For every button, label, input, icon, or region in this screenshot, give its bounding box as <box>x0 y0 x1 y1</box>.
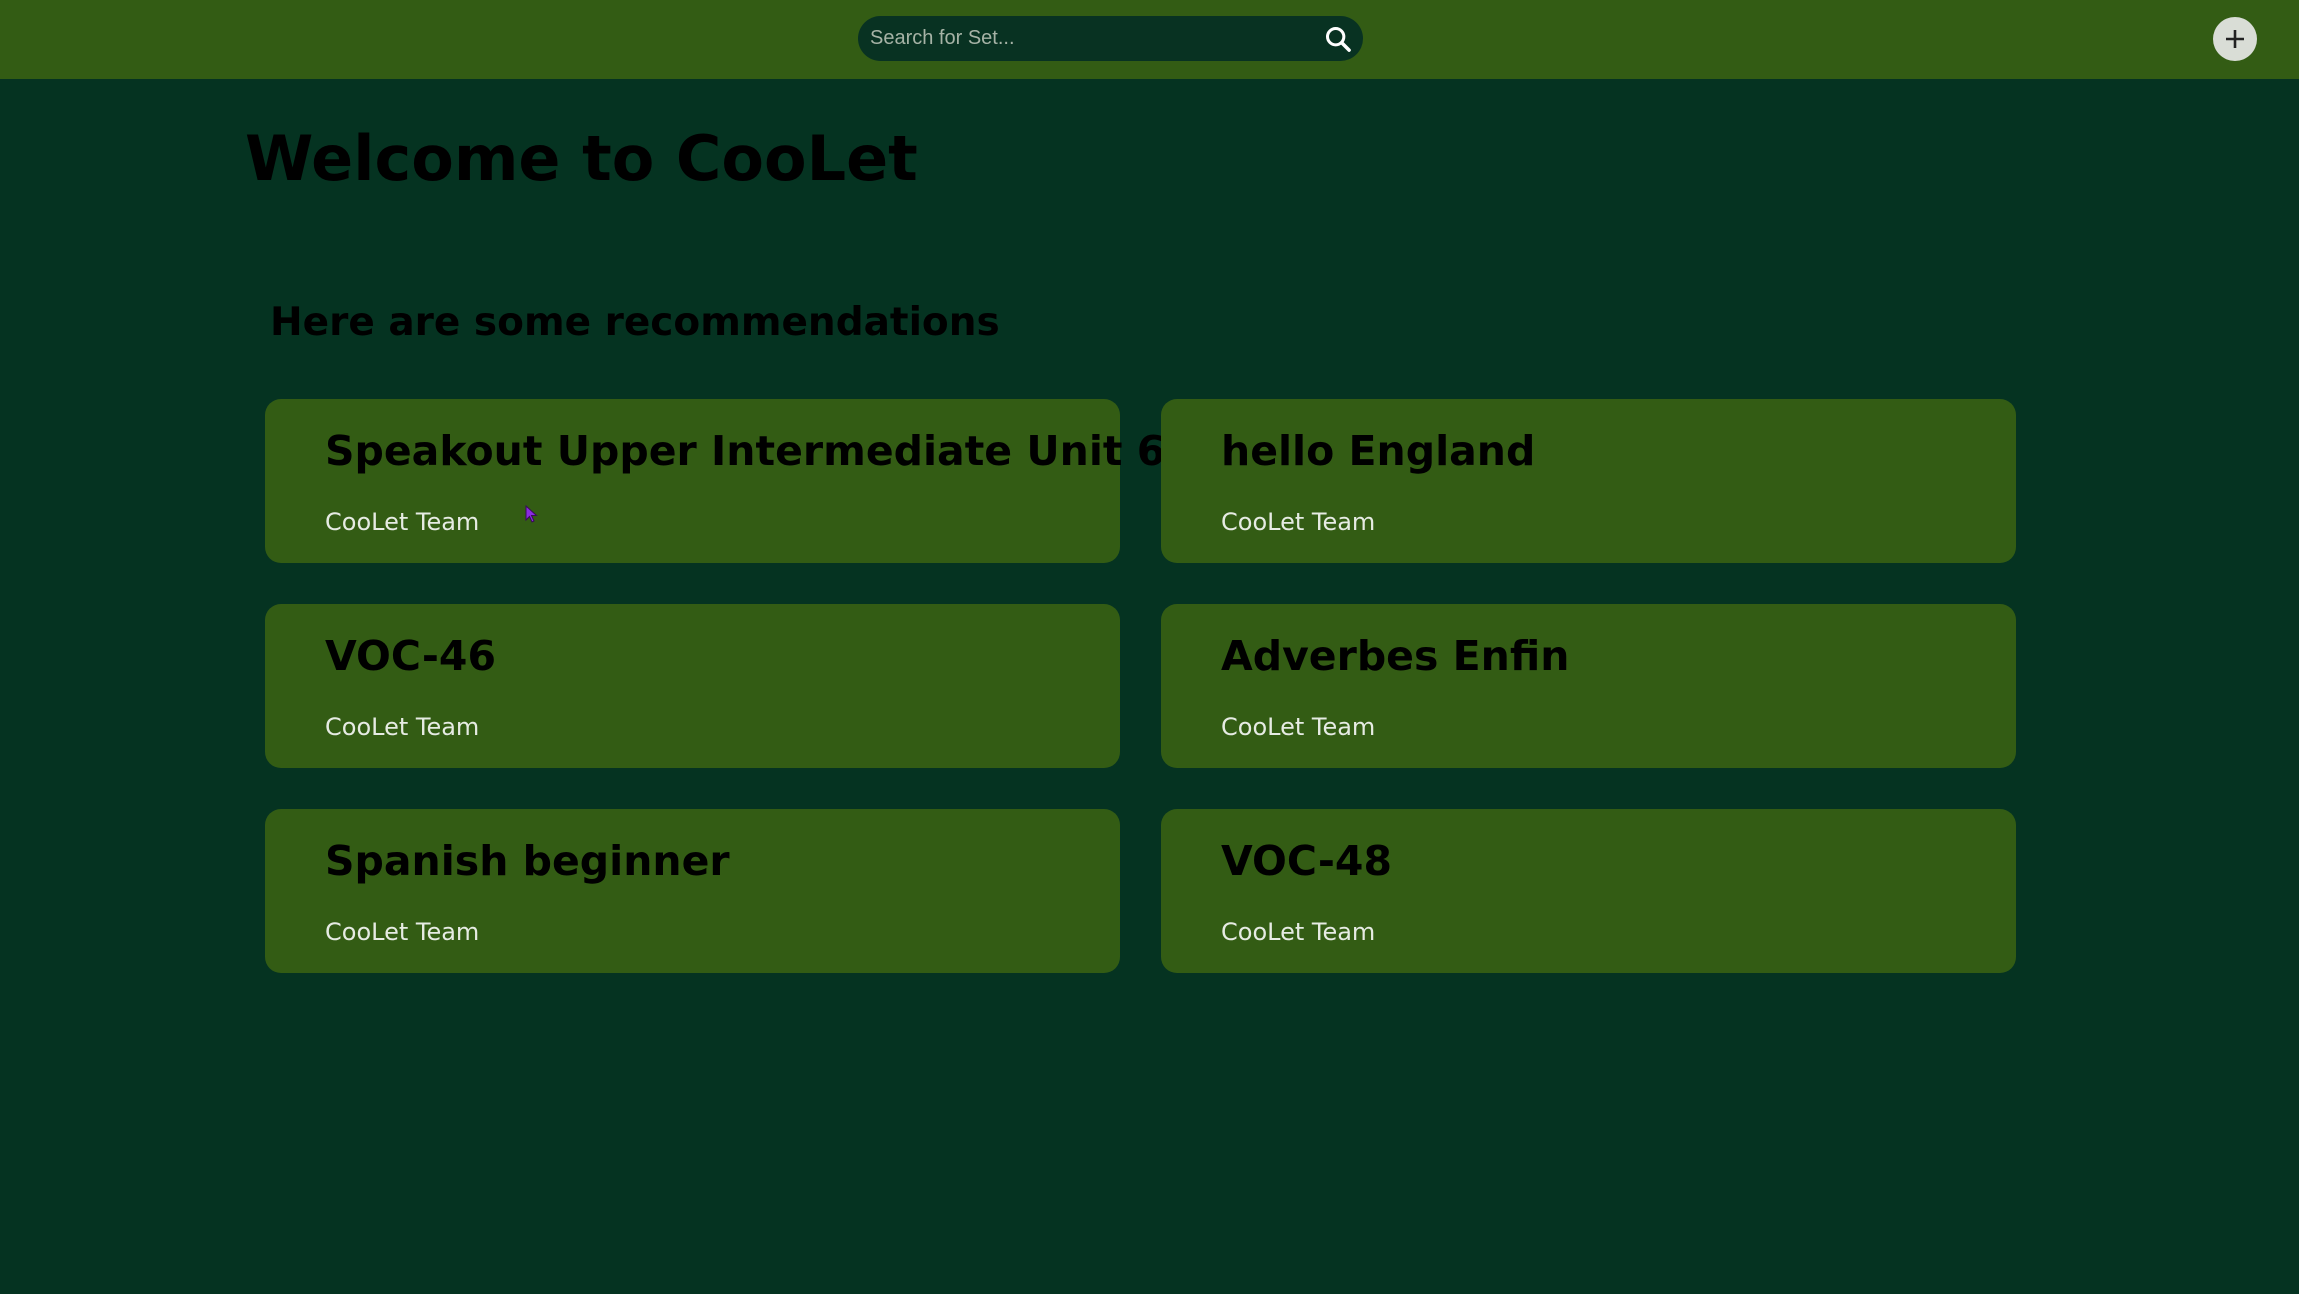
set-card-author: CooLet Team <box>1221 508 1376 536</box>
set-card-title: VOC-46 <box>325 632 496 680</box>
set-card[interactable]: VOC-46 CooLet Team <box>265 604 1120 768</box>
set-card-title: Spanish beginner <box>325 837 730 885</box>
mouse-cursor-icon <box>525 505 538 523</box>
search-input[interactable] <box>870 16 1310 61</box>
page-title: Welcome to CooLet <box>245 122 918 195</box>
set-card-title: hello England <box>1221 427 1536 475</box>
set-card-title: Adverbes Enfin <box>1221 632 1570 680</box>
set-card[interactable]: hello England CooLet Team <box>1161 399 2016 563</box>
set-card[interactable]: VOC-48 CooLet Team <box>1161 809 2016 973</box>
set-card[interactable]: Spanish beginner CooLet Team <box>265 809 1120 973</box>
set-card[interactable]: Adverbes Enfin CooLet Team <box>1161 604 2016 768</box>
set-card-title: Speakout Upper Intermediate Unit 6 <box>325 427 1166 475</box>
set-card-author: CooLet Team <box>1221 713 1376 741</box>
set-card-author: CooLet Team <box>325 918 480 946</box>
set-card-title: VOC-48 <box>1221 837 1392 885</box>
top-navigation-bar <box>0 0 2299 79</box>
add-set-button[interactable] <box>2213 17 2257 61</box>
plus-icon <box>2226 30 2244 48</box>
set-card-author: CooLet Team <box>325 713 480 741</box>
recommendations-heading: Here are some recommendations <box>270 300 1000 345</box>
set-card[interactable]: Speakout Upper Intermediate Unit 6 CooLe… <box>265 399 1165 563</box>
set-card-author: CooLet Team <box>1221 918 1376 946</box>
search-bar <box>858 16 1363 61</box>
set-card-author: CooLet Team <box>325 508 480 536</box>
search-icon <box>1325 26 1351 52</box>
search-button[interactable] <box>1319 20 1357 58</box>
